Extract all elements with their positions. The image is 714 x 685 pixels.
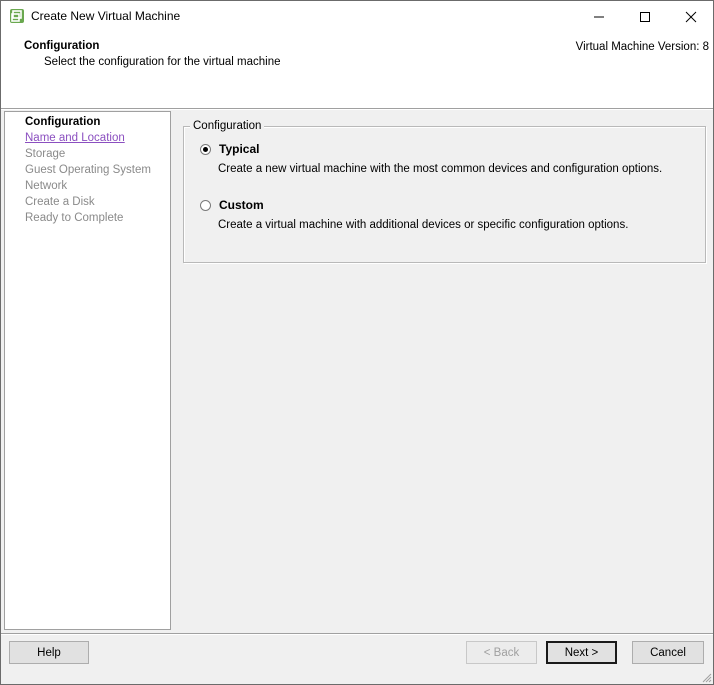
step-storage: Storage (25, 148, 66, 160)
step-guest-operating-system: Guest Operating System (25, 164, 151, 176)
maximize-button[interactable] (622, 1, 668, 32)
typical-option[interactable]: Typical (200, 142, 259, 156)
close-button[interactable] (668, 1, 713, 32)
vmware-icon (9, 8, 25, 24)
next-button-label: Next > (564, 646, 599, 659)
custom-label[interactable]: Custom (219, 198, 264, 212)
help-button[interactable]: Help (9, 641, 89, 664)
header-divider-highlight (1, 109, 713, 110)
minimize-icon (594, 16, 604, 17)
custom-option[interactable]: Custom (200, 198, 264, 212)
wizard-steps-panel: Configuration Name and Location Storage … (4, 111, 171, 630)
cancel-button[interactable]: Cancel (632, 641, 704, 664)
typical-description: Create a new virtual machine with the mo… (218, 163, 663, 175)
maximize-icon (640, 11, 650, 22)
title-bar[interactable]: Create New Virtual Machine (1, 1, 713, 32)
wizard-header: Configuration Select the configuration f… (1, 32, 713, 108)
step-ready-to-complete: Ready to Complete (25, 212, 124, 224)
back-button[interactable]: < Back (466, 641, 537, 664)
page-subtitle: Select the configuration for the virtual… (44, 56, 281, 68)
custom-description: Create a virtual machine with additional… (218, 219, 629, 231)
resize-grip-icon[interactable] (700, 671, 712, 683)
window-title: Create New Virtual Machine (31, 9, 181, 23)
wizard-content: Configuration Typical Create a new virtu… (173, 111, 711, 628)
vm-version-label: Virtual Machine Version: 8 (575, 41, 709, 53)
step-network: Network (25, 180, 68, 192)
step-name-and-location[interactable]: Name and Location (25, 132, 125, 144)
typical-label[interactable]: Typical (219, 142, 259, 156)
back-button-label: < Back (483, 646, 520, 659)
step-configuration: Configuration (25, 116, 101, 128)
footer-divider-highlight (1, 634, 713, 635)
configuration-group: Configuration Typical Create a new virtu… (183, 120, 706, 263)
help-button-label: Help (37, 646, 61, 659)
configuration-group-title: Configuration (190, 120, 265, 132)
cancel-button-label: Cancel (650, 646, 686, 659)
close-icon (685, 11, 697, 22)
typical-radio[interactable] (200, 143, 211, 155)
minimize-button[interactable] (576, 1, 622, 32)
next-button[interactable]: Next > (546, 641, 617, 664)
wizard-window: Create New Virtual Machine Configuration… (0, 0, 714, 685)
step-create-a-disk: Create a Disk (25, 196, 95, 208)
page-title: Configuration (24, 40, 100, 52)
custom-radio[interactable] (200, 199, 211, 211)
